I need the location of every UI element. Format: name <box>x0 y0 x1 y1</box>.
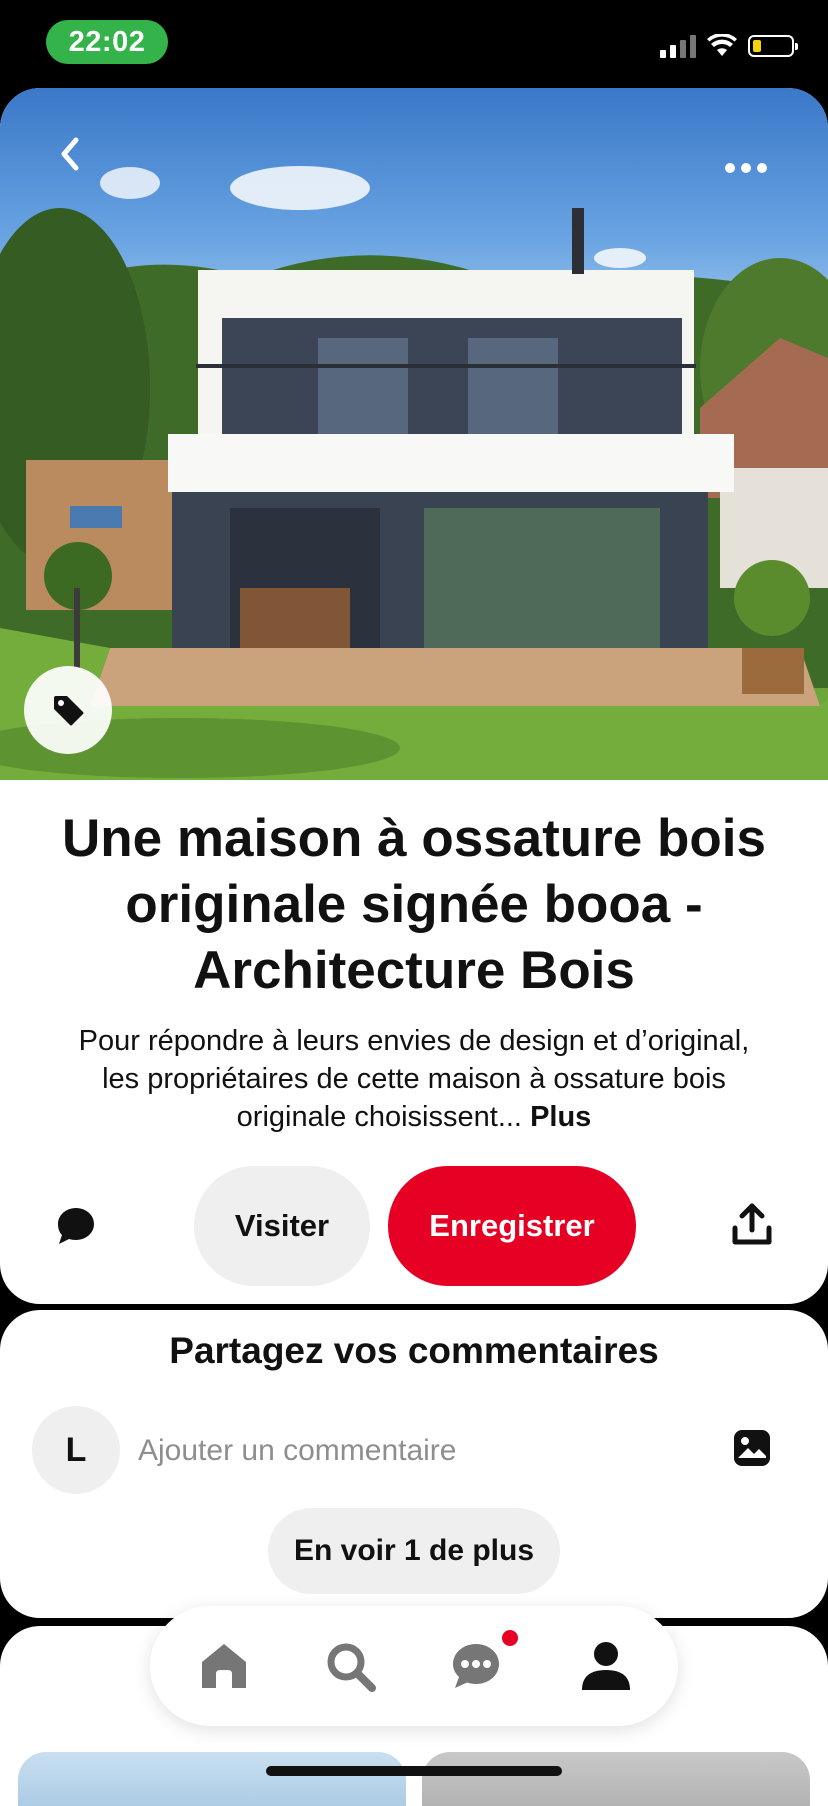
pin-image[interactable] <box>0 88 828 780</box>
notification-badge <box>502 1630 518 1646</box>
status-icons <box>660 34 798 58</box>
status-time[interactable]: 22:02 <box>46 20 168 64</box>
avatar[interactable]: L <box>32 1406 120 1494</box>
save-button[interactable]: Enregistrer <box>388 1166 636 1286</box>
pin-card: Une maison à ossature bois originale sig… <box>0 88 828 1304</box>
nav-messages[interactable] <box>448 1638 504 1694</box>
photo-icon <box>734 1430 770 1466</box>
see-more-comments-button[interactable]: En voir 1 de plus <box>268 1508 560 1594</box>
comment-input[interactable] <box>136 1416 700 1486</box>
more-options-icon <box>725 163 767 173</box>
related-pin-thumbnail[interactable] <box>422 1752 810 1806</box>
wifi-icon <box>707 34 737 56</box>
share-button[interactable] <box>730 1202 774 1248</box>
product-tag-icon <box>54 696 84 726</box>
nav-search[interactable] <box>322 1638 378 1694</box>
bottom-navigation <box>150 1606 678 1726</box>
comment-bubble-icon <box>58 1208 94 1244</box>
nav-profile[interactable] <box>578 1638 634 1694</box>
pin-description-text: Pour répondre à leurs envies de design e… <box>78 1025 750 1133</box>
pin-actions: Visiter Enregistrer <box>0 1166 828 1286</box>
cellular-signal-icon <box>660 34 696 58</box>
share-icon <box>732 1203 772 1245</box>
comments-card: Partagez vos commentaires L En voir 1 de… <box>0 1310 828 1618</box>
read-more-link[interactable]: Plus <box>530 1101 591 1133</box>
messages-icon <box>453 1644 499 1688</box>
house-photo <box>0 166 828 780</box>
profile-icon <box>582 1642 630 1690</box>
product-tag-button[interactable] <box>24 666 112 754</box>
nav-home[interactable] <box>196 1638 252 1694</box>
more-options-button[interactable] <box>722 158 770 178</box>
pin-title: Une maison à ossature bois originale sig… <box>62 809 766 1000</box>
battery-icon <box>748 35 798 57</box>
related-pin-thumbnail[interactable] <box>18 1752 406 1806</box>
home-indicator <box>266 1766 562 1776</box>
pin-description: Pour répondre à leurs envies de design e… <box>70 1022 758 1136</box>
add-photo-button[interactable] <box>732 1428 772 1468</box>
status-bar: 22:02 <box>0 0 828 88</box>
comments-heading: Partagez vos commentaires <box>169 1330 659 1371</box>
search-icon <box>327 1643 376 1692</box>
back-arrow-icon <box>61 137 79 171</box>
back-button[interactable] <box>52 134 92 174</box>
visit-button[interactable]: Visiter <box>194 1166 370 1286</box>
comment-button[interactable] <box>54 1204 98 1248</box>
home-icon <box>202 1644 246 1688</box>
